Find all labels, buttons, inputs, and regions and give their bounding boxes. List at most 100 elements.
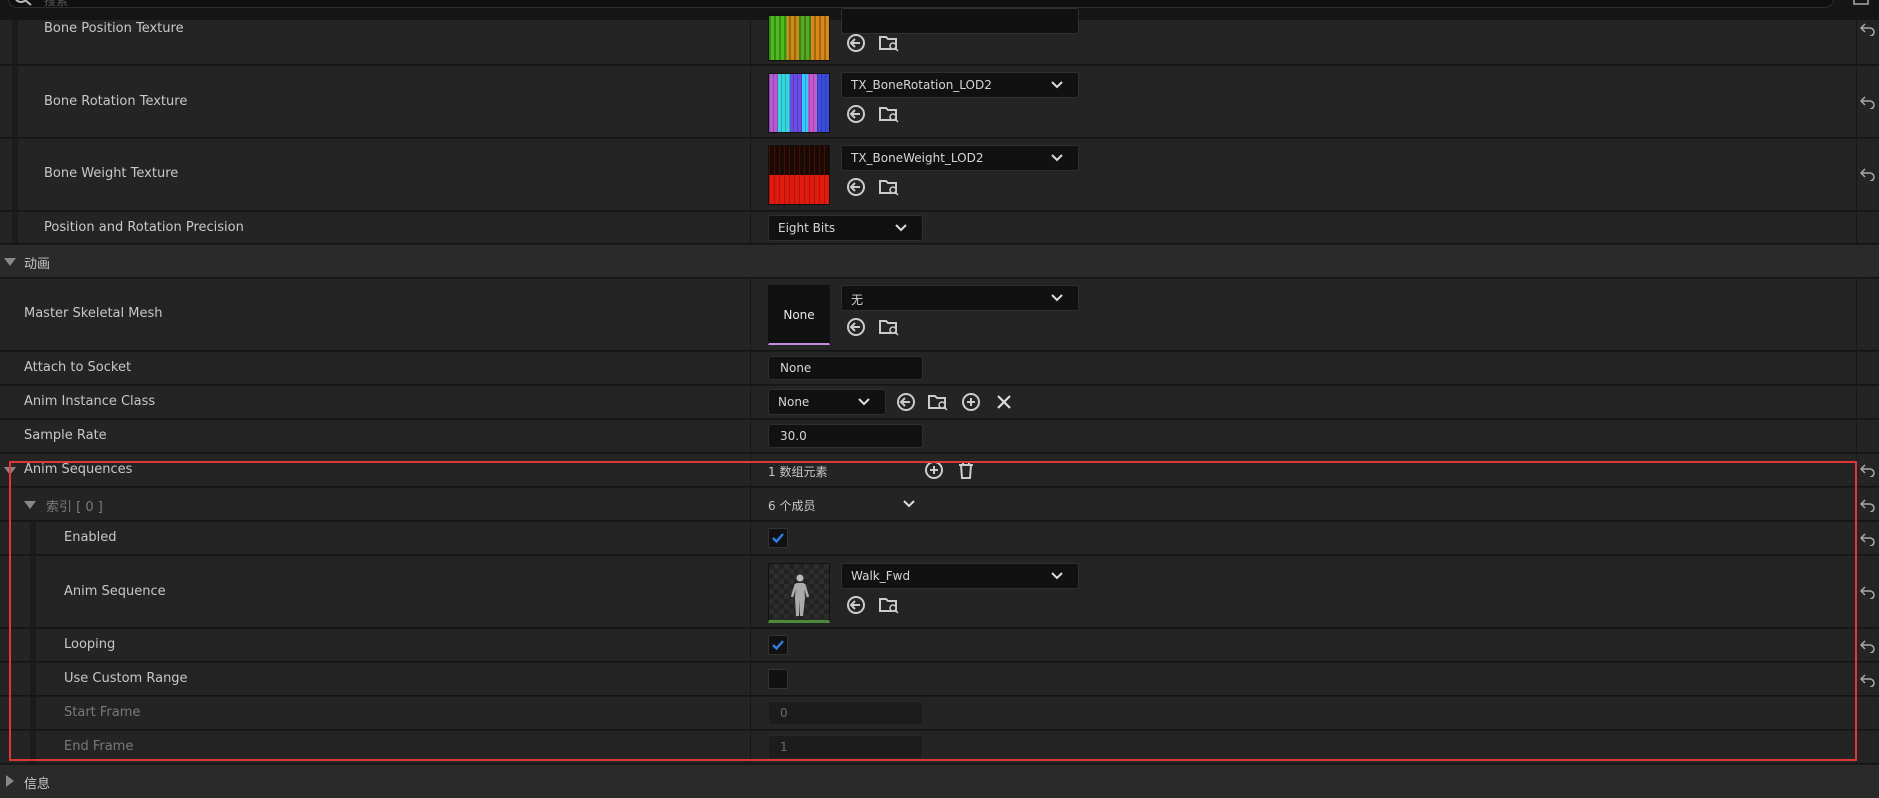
- property-row-anim-sequences: Anim Sequences 1 数组元素: [0, 454, 1879, 487]
- use-selected-icon[interactable]: [845, 104, 867, 124]
- use-selected-icon[interactable]: [845, 177, 867, 197]
- category-label: 动画: [24, 257, 51, 272]
- custom-range-checkbox[interactable]: [768, 669, 788, 689]
- looping-checkbox[interactable]: [768, 635, 788, 655]
- property-row-bone-rotation: Bone Rotation Texture TX_BoneRotation_LO…: [0, 66, 1879, 138]
- indent-guide: [12, 20, 18, 64]
- browse-folder-icon[interactable]: [878, 595, 900, 615]
- end-frame-input[interactable]: 1: [768, 735, 923, 759]
- asset-picker-combo[interactable]: Walk_Fwd: [841, 563, 1079, 589]
- dropdown-value: None: [778, 395, 810, 409]
- asset-name: Walk_Fwd: [851, 569, 911, 583]
- property-row-anim-instance-class: Anim Instance Class None: [0, 386, 1879, 419]
- reset-to-default-icon[interactable]: [1860, 95, 1876, 109]
- use-selected-icon[interactable]: [845, 595, 867, 615]
- texture-thumbnail[interactable]: [768, 145, 830, 205]
- category-header-info[interactable]: 信息: [0, 765, 1879, 798]
- property-row-enabled: Enabled: [0, 522, 1879, 555]
- reset-to-default-icon[interactable]: [1860, 167, 1876, 181]
- texture-thumbnail[interactable]: [768, 73, 830, 133]
- chevron-down-icon[interactable]: [903, 500, 915, 508]
- property-label: Master Skeletal Mesh: [24, 306, 163, 321]
- property-label: Bone Weight Texture: [44, 166, 179, 181]
- property-row-attach-socket: Attach to Socket None: [0, 352, 1879, 385]
- property-row-array-index-0: 索引 [ 0 ] 6 个成员: [0, 488, 1879, 521]
- array-index-label: 索引 [ 0 ]: [46, 500, 103, 515]
- input-value: 0: [780, 706, 788, 720]
- dropdown-value: Eight Bits: [778, 221, 836, 235]
- reset-to-default-icon[interactable]: [1860, 585, 1876, 599]
- asset-picker-combo[interactable]: [841, 8, 1079, 34]
- member-count: 6 个成员: [768, 499, 816, 513]
- property-row-end-frame: End Frame 1: [0, 731, 1879, 764]
- indent-guide: [30, 697, 36, 729]
- browse-folder-icon[interactable]: [878, 317, 900, 337]
- reset-to-default-icon[interactable]: [1860, 532, 1876, 546]
- character-figure-icon: [790, 574, 810, 616]
- reset-to-default-icon[interactable]: [1860, 463, 1876, 477]
- use-selected-icon[interactable]: [895, 392, 917, 412]
- reset-to-default-icon[interactable]: [1860, 639, 1876, 653]
- enabled-checkbox[interactable]: [768, 528, 788, 548]
- property-row-anim-sequence: Anim Sequence Walk_Fwd: [0, 556, 1879, 628]
- browse-folder-icon[interactable]: [878, 33, 900, 53]
- clear-icon[interactable]: [993, 392, 1015, 412]
- browse-folder-icon[interactable]: [878, 104, 900, 124]
- property-row-looping: Looping: [0, 629, 1879, 662]
- reset-to-default-icon[interactable]: [1860, 22, 1876, 36]
- indent-guide: [12, 66, 18, 137]
- property-row-bone-weight: Bone Weight Texture TX_BoneWeight_LOD2: [0, 139, 1879, 211]
- browse-folder-icon[interactable]: [927, 392, 949, 412]
- texture-thumbnail[interactable]: [768, 15, 830, 61]
- class-picker-dropdown[interactable]: None: [768, 389, 886, 415]
- asset-picker-combo[interactable]: TX_BoneRotation_LOD2: [841, 72, 1079, 98]
- chevron-down-icon: [858, 398, 870, 406]
- add-element-icon[interactable]: [923, 460, 945, 480]
- search-input[interactable]: [8, 0, 1834, 8]
- collapse-arrow-icon[interactable]: [4, 467, 16, 475]
- asset-picker-combo[interactable]: 无: [841, 285, 1079, 311]
- property-label: Attach to Socket: [24, 360, 132, 375]
- search-placeholder: 搜索: [44, 0, 69, 8]
- socket-name-input[interactable]: None: [768, 356, 923, 380]
- settings-icon[interactable]: [1853, 0, 1869, 6]
- property-label: Anim Instance Class: [24, 394, 156, 409]
- add-icon[interactable]: [960, 392, 982, 412]
- use-selected-icon[interactable]: [845, 317, 867, 337]
- chevron-down-icon: [1051, 154, 1063, 162]
- indent-guide: [30, 663, 36, 695]
- property-row-use-custom-range: Use Custom Range: [0, 663, 1879, 696]
- input-value: 1: [780, 740, 788, 754]
- category-label: 信息: [24, 777, 51, 792]
- property-label: Anim Sequences: [24, 462, 133, 477]
- use-selected-icon[interactable]: [845, 33, 867, 53]
- start-frame-input[interactable]: 0: [768, 701, 923, 725]
- property-label: Looping: [64, 637, 116, 652]
- reset-to-default-icon[interactable]: [1860, 498, 1876, 512]
- property-label: Position and Rotation Precision: [44, 220, 244, 235]
- collapse-arrow-icon[interactable]: [4, 258, 16, 266]
- indent-guide: [30, 522, 36, 554]
- collapse-arrow-icon[interactable]: [24, 501, 36, 509]
- search-icon: [15, 0, 32, 6]
- sample-rate-input[interactable]: 30.0: [768, 424, 923, 448]
- mesh-thumbnail[interactable]: None: [768, 285, 830, 345]
- precision-dropdown[interactable]: Eight Bits: [768, 215, 923, 241]
- browse-folder-icon[interactable]: [878, 177, 900, 197]
- property-label: Bone Position Texture: [44, 21, 184, 36]
- category-header-animation[interactable]: 动画: [0, 245, 1879, 278]
- anim-thumbnail[interactable]: [768, 563, 830, 623]
- delete-all-icon[interactable]: [955, 460, 977, 480]
- indent-guide: [30, 629, 36, 661]
- indent-guide: [12, 212, 18, 243]
- asset-picker-combo[interactable]: TX_BoneWeight_LOD2: [841, 145, 1079, 171]
- indent-guide: [30, 556, 36, 627]
- asset-name: TX_BoneRotation_LOD2: [851, 78, 992, 92]
- chevron-down-icon: [895, 224, 907, 232]
- input-value: 30.0: [780, 429, 807, 443]
- array-count: 1 数组元素: [768, 465, 828, 479]
- property-row-bone-position: Bone Position Texture: [0, 8, 1879, 65]
- expand-arrow-icon[interactable]: [6, 775, 14, 787]
- reset-to-default-icon[interactable]: [1860, 673, 1876, 687]
- property-label: Sample Rate: [24, 428, 107, 443]
